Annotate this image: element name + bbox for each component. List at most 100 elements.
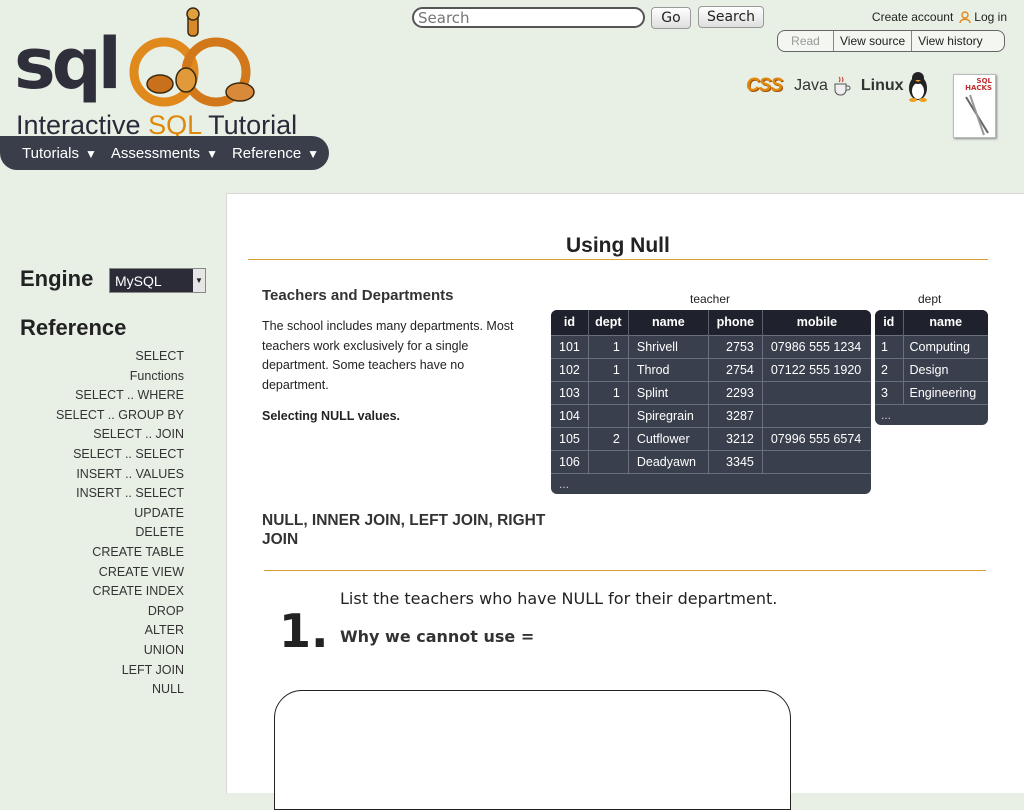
table-cell: Cutflower	[628, 426, 709, 450]
table-cell: 101	[551, 334, 589, 358]
table-cell: 2754	[708, 357, 763, 381]
table-cell: 105	[551, 426, 589, 450]
table-cell: Shrivell	[628, 334, 709, 358]
reference-list: SELECT Functions SELECT .. WHERE SELECT …	[56, 347, 184, 700]
ref-item-create-index[interactable]: CREATE INDEX	[56, 582, 184, 602]
column-header: name	[628, 310, 709, 335]
tech-links: CSS Java Linux	[746, 70, 930, 102]
table-cell: 1	[588, 357, 629, 381]
nav-label: Tutorials	[22, 144, 79, 162]
table-row: 104 Spiregrain 3287	[551, 403, 871, 427]
nav-label: Reference	[231, 144, 302, 162]
ref-item-select-join[interactable]: SELECT .. JOIN	[56, 425, 184, 445]
ref-item-functions[interactable]: Functions	[56, 367, 184, 387]
table-cell	[762, 380, 871, 404]
table-row: 105 2 Cutflower 3212 07996 555 6574	[551, 426, 871, 450]
ref-item-left-join[interactable]: LEFT JOIN	[56, 661, 184, 681]
more-ellipsis: ...	[551, 472, 871, 494]
engine-select[interactable]: MySQL ▼	[109, 268, 206, 293]
teacher-table: id dept name phone mobile 101 1 Shrivell…	[551, 310, 871, 494]
dept-table: id name 1 Computing 2 Design 3 Engineeri…	[875, 310, 988, 425]
ref-item-create-table[interactable]: CREATE TABLE	[56, 543, 184, 563]
question-number: 1.	[279, 604, 329, 658]
teacher-table-caption: teacher	[690, 292, 731, 306]
ref-item-union[interactable]: UNION	[56, 641, 184, 661]
ref-item-null[interactable]: NULL	[56, 680, 184, 700]
search-input[interactable]	[412, 7, 645, 28]
table-cell: 3212	[708, 426, 763, 450]
section-joins-title: NULL, INNER JOIN, LEFT JOIN, RIGHT JOIN	[262, 512, 546, 548]
section-title: Teachers and Departments	[262, 287, 454, 304]
reference-heading: Reference	[20, 315, 127, 340]
table-row: 103 1 Splint 2293	[551, 380, 871, 404]
caret-down-icon: ▼	[206, 146, 218, 161]
table-row: 3 Engineering	[875, 380, 988, 404]
sql-hacks-book[interactable]: SQL HACKS	[953, 74, 996, 138]
table-cell: 07996 555 6574	[762, 426, 871, 450]
log-in-link[interactable]: Log in	[974, 10, 1007, 24]
sql-answer-editor[interactable]	[274, 690, 791, 810]
table-cell: Computing	[903, 334, 988, 358]
table-cell: 2293	[708, 380, 763, 404]
linux-link[interactable]: Linux	[861, 77, 904, 95]
create-account-link[interactable]: Create account	[872, 10, 953, 24]
column-header: name	[903, 310, 988, 335]
dropdown-arrow-icon: ▼	[193, 269, 205, 292]
column-header: phone	[708, 310, 763, 335]
divider	[264, 570, 986, 571]
ref-item-delete[interactable]: DELETE	[56, 523, 184, 543]
search-button[interactable]: Search	[698, 6, 764, 28]
table-cell: 106	[551, 449, 589, 473]
question-text: List the teachers who have NULL for thei…	[340, 589, 778, 608]
nav-assessments[interactable]: Assessments ▼	[111, 145, 218, 162]
caret-down-icon: ▼	[307, 146, 320, 161]
column-header: dept	[588, 310, 629, 335]
table-header-row: id name	[875, 310, 988, 335]
go-button[interactable]: Go	[651, 7, 691, 29]
ref-item-create-view[interactable]: CREATE VIEW	[56, 563, 184, 583]
engine-value: MySQL	[115, 272, 162, 289]
nav-label: Assessments	[110, 144, 201, 162]
engine-label: Engine	[20, 266, 94, 291]
java-link[interactable]: Java	[794, 77, 828, 95]
ref-item-alter[interactable]: ALTER	[56, 621, 184, 641]
main-content: Using Null Teachers and Departments The …	[226, 193, 1024, 810]
ref-item-drop[interactable]: DROP	[56, 602, 184, 622]
table-cell: 3	[875, 380, 904, 404]
ref-item-insert-select[interactable]: INSERT .. SELECT	[56, 484, 184, 504]
table-cell: 3345	[708, 449, 763, 473]
page-title: Using Null	[566, 234, 670, 257]
table-cell: 07986 555 1234	[762, 334, 871, 358]
nav-reference[interactable]: Reference ▼	[232, 145, 319, 162]
table-cell	[588, 449, 629, 473]
table-cell	[762, 449, 871, 473]
table-cell: 1	[588, 334, 629, 358]
table-row: 1 Computing	[875, 334, 988, 358]
more-ellipsis: ...	[875, 403, 988, 425]
table-cell: 103	[551, 380, 589, 404]
column-header: mobile	[762, 310, 871, 335]
table-cell: Splint	[628, 380, 709, 404]
table-row: 2 Design	[875, 357, 988, 381]
ref-item-select-select[interactable]: SELECT .. SELECT	[56, 445, 184, 465]
sqlzoo-logo[interactable]: sqlzoo sql	[12, 6, 262, 112]
logo-graphic: sql	[14, 7, 255, 107]
css-link[interactable]: CSS	[746, 75, 783, 97]
tab-view-history[interactable]: View history	[911, 31, 988, 51]
ref-item-insert-values[interactable]: INSERT .. VALUES	[56, 465, 184, 485]
table-header-row: id dept name phone mobile	[551, 310, 871, 335]
ref-item-update[interactable]: UPDATE	[56, 504, 184, 524]
bold-paragraph: Selecting NULL values.	[262, 409, 401, 423]
ref-item-select-group-by[interactable]: SELECT .. GROUP BY	[56, 406, 184, 426]
ref-item-select-where[interactable]: SELECT .. WHERE	[56, 386, 184, 406]
coffee-cup-icon	[834, 76, 851, 96]
table-cell: Design	[903, 357, 988, 381]
tab-view-source[interactable]: View source	[833, 31, 911, 51]
ref-item-select[interactable]: SELECT	[56, 347, 184, 367]
tux-penguin-icon	[908, 72, 927, 102]
tab-read[interactable]: Read	[778, 31, 833, 51]
column-header: id	[551, 310, 589, 335]
table-row: 101 1 Shrivell 2753 07986 555 1234	[551, 334, 871, 358]
nav-tutorials[interactable]: Tutorials ▼	[22, 145, 97, 162]
table-cell: 2	[875, 357, 904, 381]
